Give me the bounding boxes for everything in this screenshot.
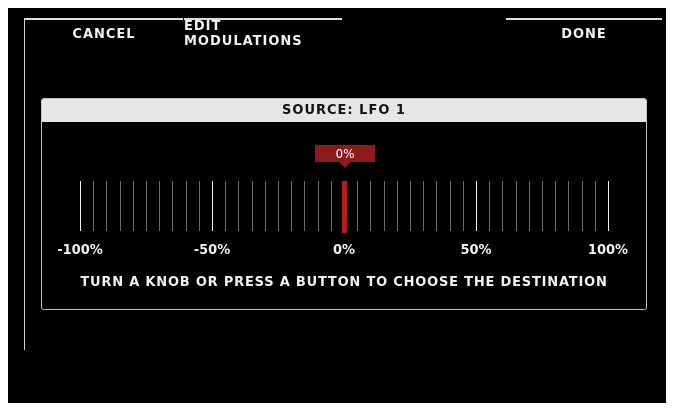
minor-tick	[291, 181, 293, 231]
minor-tick	[172, 181, 174, 231]
minor-tick	[502, 181, 504, 231]
minor-tick	[542, 181, 543, 231]
value-indicator[interactable]	[342, 181, 347, 233]
value-badge: 0%	[315, 145, 375, 162]
minor-tick	[462, 181, 464, 231]
minor-tick	[489, 181, 491, 231]
minor-tick	[423, 181, 425, 231]
minor-tick	[132, 181, 134, 231]
modulation-amount-slider[interactable]	[42, 181, 646, 233]
minor-tick	[198, 181, 200, 231]
minor-tick	[304, 181, 306, 231]
minor-tick	[528, 181, 530, 231]
minor-tick	[185, 181, 187, 231]
source-title: SOURCE: LFO 1	[42, 99, 646, 122]
instruction-text: TURN A KNOB OR PRESS A BUTTON TO CHOOSE …	[80, 275, 608, 290]
minor-tick	[251, 181, 253, 231]
minor-tick	[106, 181, 108, 231]
minor-tick	[515, 181, 517, 231]
minor-tick	[568, 181, 570, 231]
modulation-screen: CANCEL EDIT MODULATIONS DONE SOURCE: LFO…	[8, 8, 666, 403]
scale-label-minus-100: -100%	[57, 243, 103, 258]
major-tick	[80, 181, 81, 231]
minor-tick	[225, 181, 227, 231]
minor-tick	[449, 181, 451, 231]
scale-label-minus-50: -50%	[193, 243, 231, 258]
minor-tick	[357, 181, 359, 231]
scale-label-plus-50: 50%	[460, 243, 492, 258]
minor-tick	[555, 181, 557, 231]
minor-tick	[278, 181, 279, 231]
minor-tick	[264, 181, 266, 231]
minor-tick	[317, 181, 319, 231]
page-title: EDIT MODULATIONS	[184, 18, 342, 49]
minor-tick	[146, 181, 147, 231]
major-tick	[212, 181, 213, 231]
minor-tick	[238, 181, 240, 231]
minor-tick	[159, 181, 161, 231]
major-tick	[476, 181, 477, 231]
modulation-dialog: SOURCE: LFO 1 0% -100% -50% 0% 50% 100% …	[41, 98, 647, 310]
cancel-button[interactable]: CANCEL	[24, 18, 183, 48]
scale-label-zero: 0%	[332, 243, 356, 258]
minor-tick	[370, 181, 372, 231]
done-button[interactable]: DONE	[506, 18, 662, 48]
minor-tick	[581, 181, 583, 231]
scale-label-plus-100: 100%	[587, 243, 629, 258]
minor-tick	[330, 181, 332, 231]
minor-tick	[436, 181, 438, 231]
minor-tick	[410, 181, 411, 231]
value-badge-pointer	[339, 162, 351, 168]
minor-tick	[93, 181, 95, 231]
minor-tick	[396, 181, 398, 231]
minor-tick	[383, 181, 385, 231]
left-edge-line	[24, 18, 25, 350]
minor-tick	[119, 181, 121, 231]
minor-tick	[594, 181, 596, 231]
major-tick	[608, 181, 609, 231]
